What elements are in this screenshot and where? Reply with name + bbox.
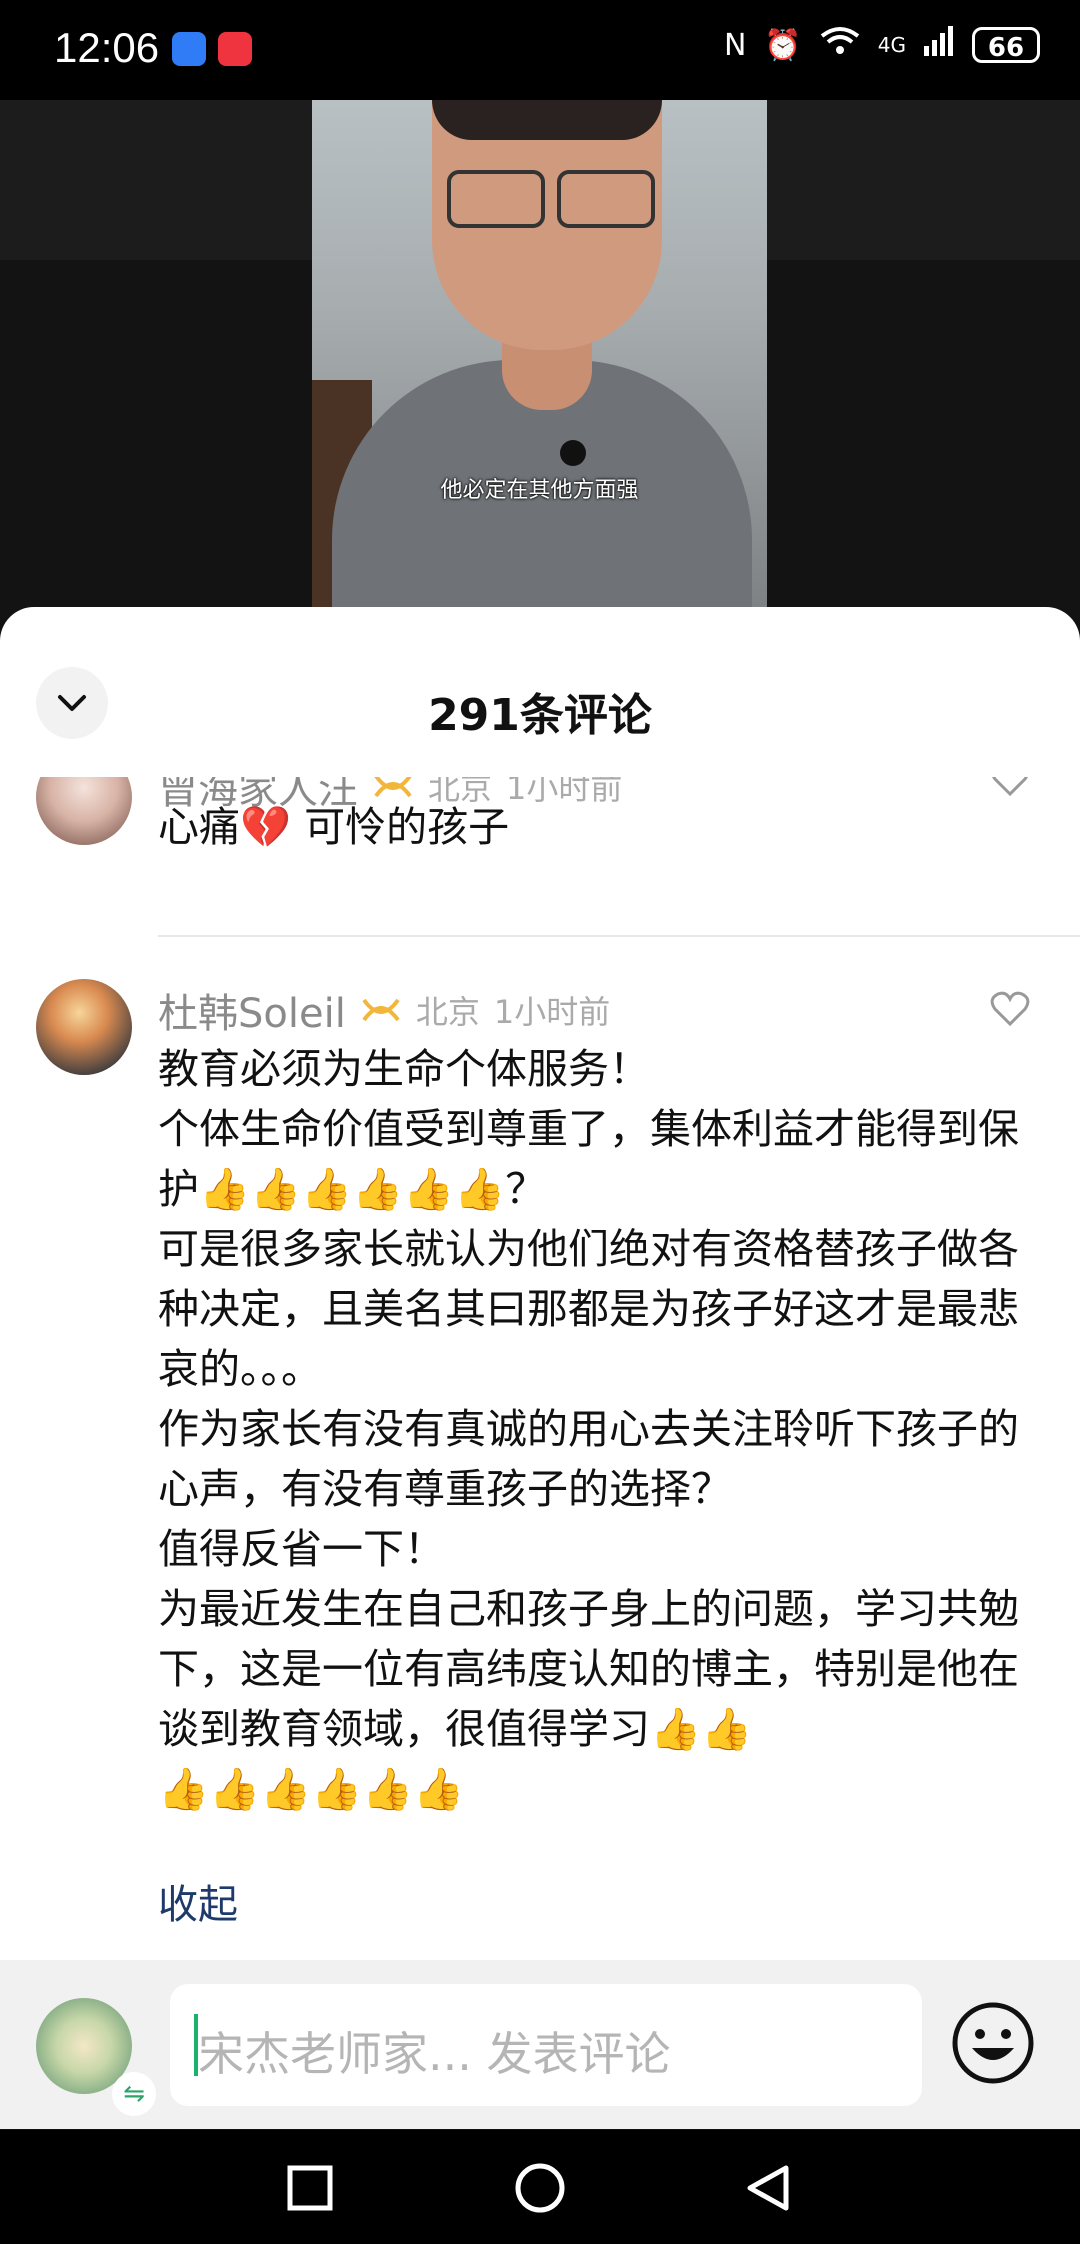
glasses-right-lens (557, 170, 655, 228)
commenter-name[interactable]: 杜韩Soleil (158, 981, 346, 1039)
comment-header: 杜韩Soleil 北京 1小时前 (158, 981, 610, 1039)
comment-location: 北京 (415, 993, 480, 1031)
like-heart-icon[interactable] (990, 777, 1030, 797)
comment-list[interactable]: 曾海家人汪 北京 1小时前 心痛💔 可怜的孩子 杜韩Soleil 北京 1小时前… (0, 777, 1080, 1947)
app-notification-icon (172, 32, 206, 66)
comment-text: 教育必须为生命个体服务！ 个体生命价值受到尊重了，集体利益才能得到保护👍👍👍👍👍… (158, 1045, 1019, 1813)
battery-icon: 66 (972, 27, 1040, 63)
comment-input[interactable]: 宋杰老师家... 发表评论 (170, 1984, 922, 2106)
network-type: 4G (877, 33, 906, 57)
comment-divider (158, 935, 1080, 937)
vip-badge-icon (362, 998, 400, 1022)
comment-input-placeholder: 宋杰老师家... 发表评论 (198, 2027, 671, 2081)
wifi-icon (820, 26, 860, 64)
status-bar: 12:06 N ⏰ 4G 66 (0, 0, 1080, 100)
alarm-icon: ⏰ (764, 27, 802, 63)
comment-count-title: 291条评论 (428, 690, 652, 741)
glasses-left-lens (447, 170, 545, 228)
comment-text: 心痛💔 可怜的孩子 (158, 803, 510, 851)
system-nav-bar (0, 2130, 1080, 2244)
collapse-comment-link[interactable]: 收起 (158, 1872, 238, 1930)
home-icon[interactable] (514, 2162, 566, 2214)
lapel-mic (560, 440, 586, 466)
video-caption: 他必定在其他方面强 (440, 478, 639, 503)
like-heart-icon[interactable] (990, 991, 1030, 1027)
comment-time: 1小时前 (493, 993, 611, 1031)
status-time: 12:06 (54, 24, 160, 71)
comments-sheet: 291条评论 曾海家人汪 北京 1小时前 心痛💔 可怜的孩子 杜韩Soleil … (0, 607, 1080, 2129)
nfc-icon: N (723, 27, 747, 63)
back-icon[interactable] (744, 2164, 792, 2212)
comment-input-bar: ⇋ 宋杰老师家... 发表评论 (0, 1960, 1080, 2129)
recent-apps-icon[interactable] (286, 2164, 334, 2212)
video-player[interactable]: 他必定在其他方面强 (312, 100, 767, 620)
app-notification-icon-red (218, 32, 252, 66)
signal-icon (924, 26, 954, 64)
switch-account-icon[interactable]: ⇋ (112, 2072, 156, 2116)
avatar[interactable] (36, 979, 132, 1075)
avatar[interactable] (36, 777, 132, 845)
status-icons: N ⏰ 4G 66 (724, 26, 1040, 64)
video-person-hair (432, 100, 662, 140)
emoji-icon[interactable] (950, 2000, 1036, 2086)
